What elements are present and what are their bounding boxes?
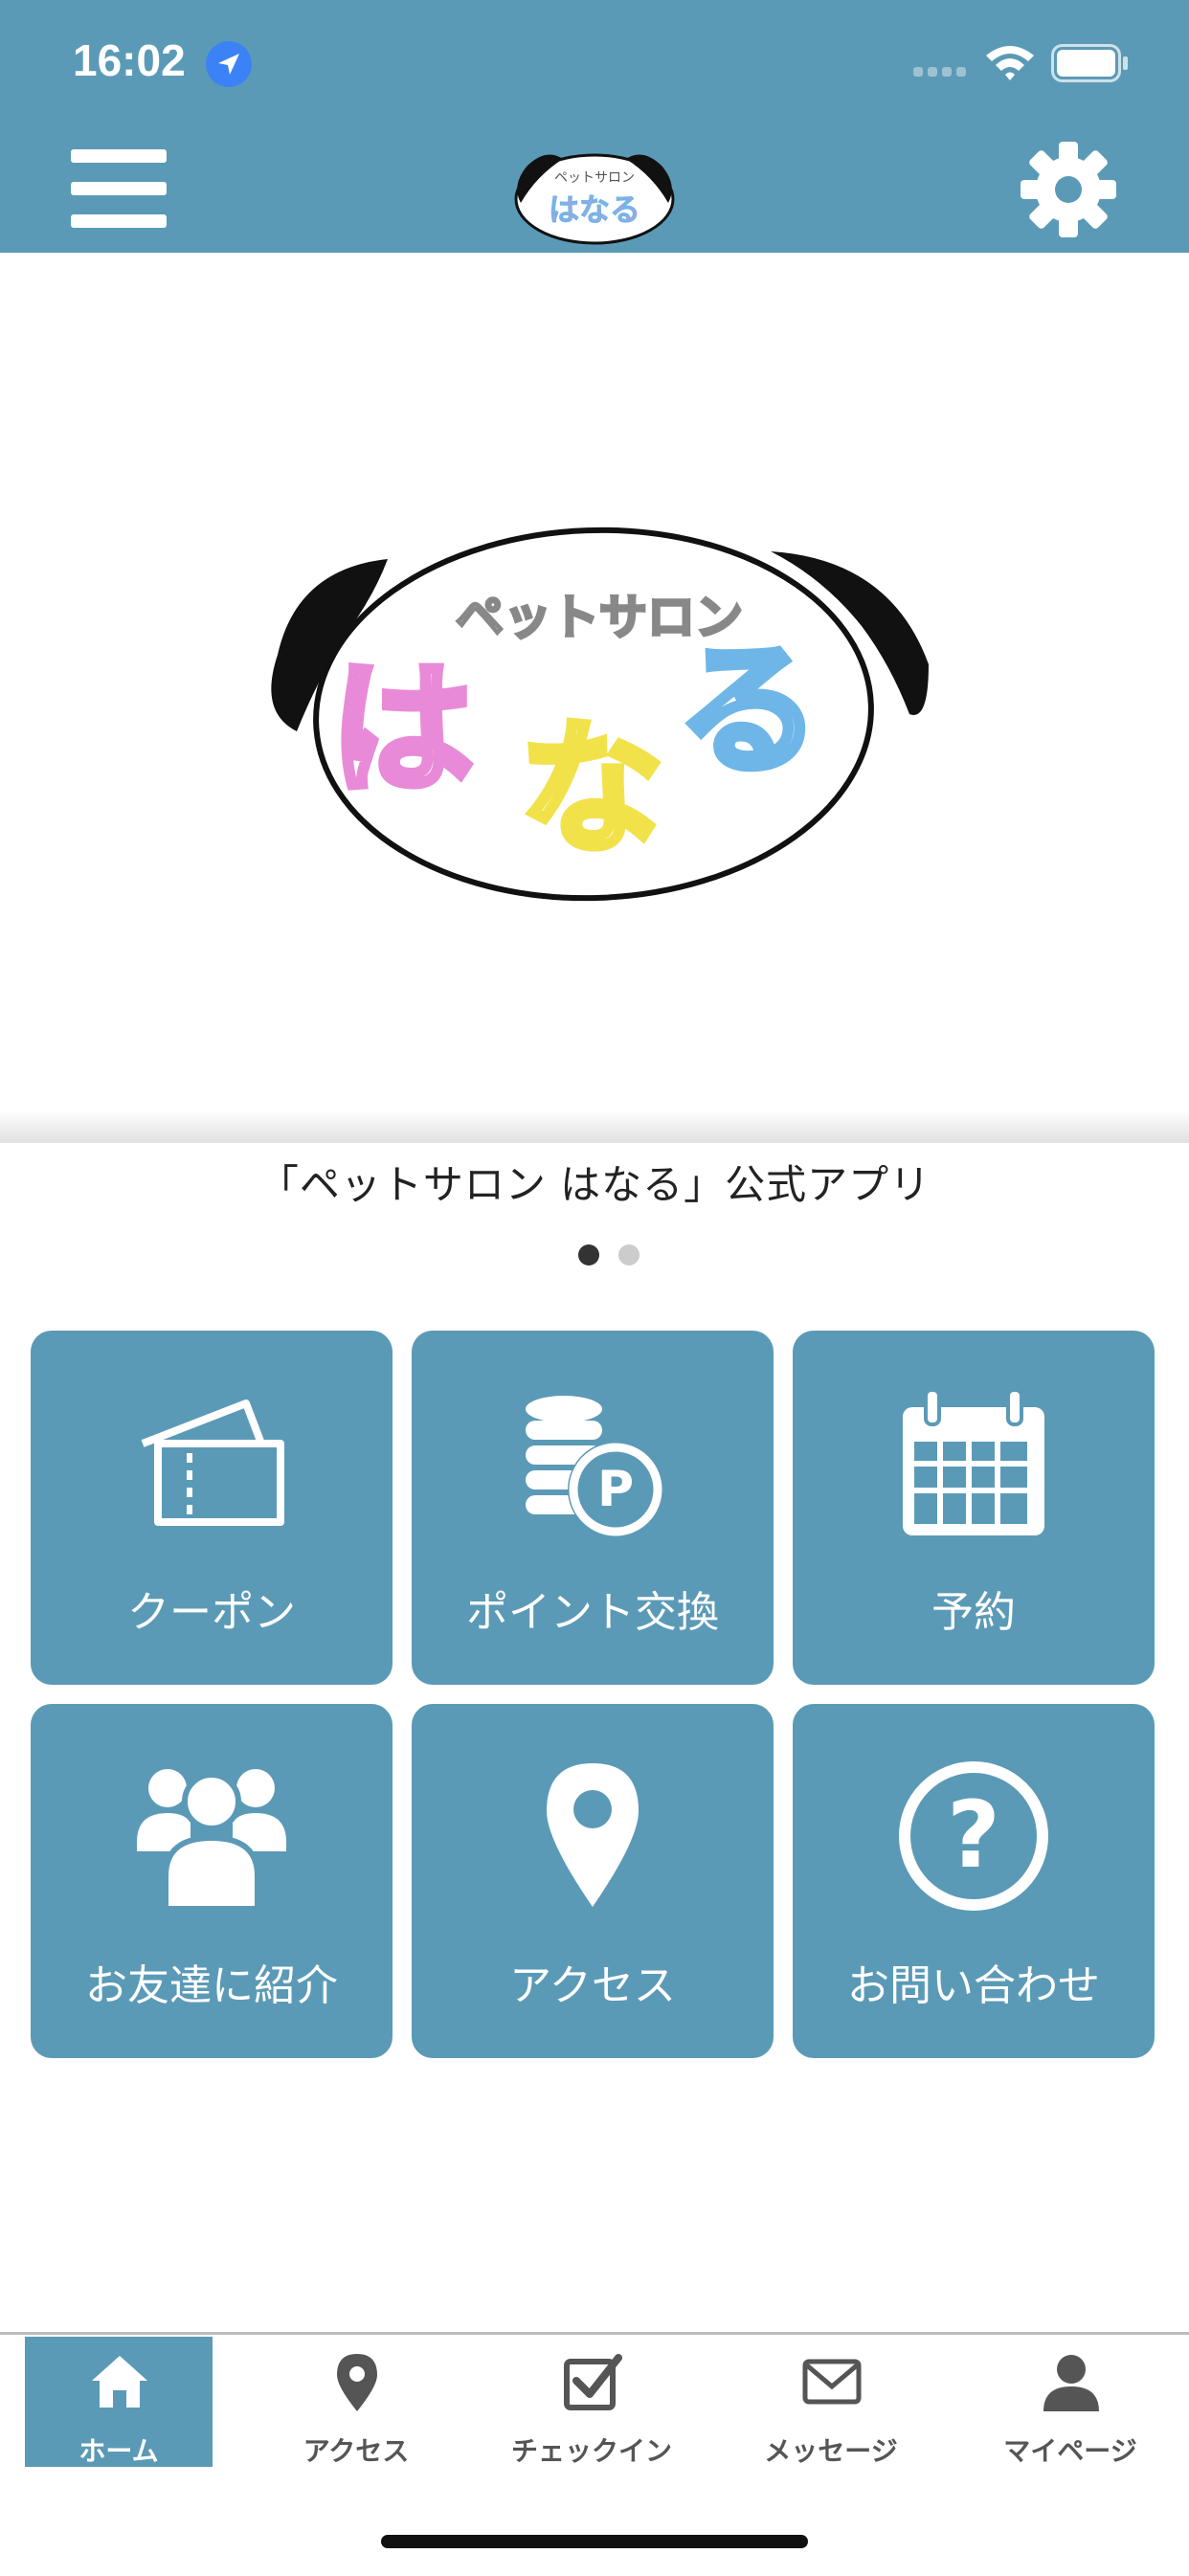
location-arrow-icon bbox=[206, 41, 252, 87]
status-bar: 16:02 bbox=[0, 0, 1189, 126]
calendar-icon bbox=[903, 1388, 1044, 1535]
access-tile[interactable]: アクセス bbox=[412, 1704, 774, 2058]
checkin-icon bbox=[564, 2354, 622, 2410]
contact-label: お問い合わせ bbox=[847, 1961, 1100, 2010]
contact-tile[interactable]: ? お問い合わせ bbox=[793, 1704, 1155, 2058]
hero-logo-na-text: な bbox=[520, 706, 663, 873]
hero-logo-ha-text: は bbox=[330, 647, 474, 814]
tab-home[interactable]: ホーム bbox=[25, 2337, 213, 2467]
reservation-label: 予約 bbox=[931, 1588, 1016, 1637]
battery-icon bbox=[1051, 44, 1128, 82]
point-exchange-tile[interactable]: P ポイント交換 bbox=[412, 1331, 774, 1685]
app-header: ペットサロン はなる bbox=[0, 126, 1189, 253]
home-icon bbox=[92, 2356, 147, 2408]
tab-access[interactable]: アクセス bbox=[262, 2337, 450, 2467]
hamburger-menu-icon[interactable] bbox=[71, 146, 170, 232]
gear-icon[interactable] bbox=[1017, 138, 1120, 241]
point-exchange-label: ポイント交換 bbox=[466, 1588, 719, 1637]
pager-dot-active[interactable] bbox=[578, 1244, 599, 1266]
cellular-signal-icon bbox=[913, 67, 966, 77]
user-icon bbox=[1043, 2355, 1099, 2411]
header-logo-main-text: はなる bbox=[549, 191, 640, 228]
hero-caption: 「ペットサロン はなる」公式アプリ bbox=[258, 1161, 931, 1208]
svg-text:?: ? bbox=[947, 1781, 1000, 1889]
tab-checkin-label: チェックイン bbox=[510, 2435, 672, 2467]
hero-logo: ペットサロン は な る bbox=[271, 526, 929, 902]
tab-checkin[interactable]: チェックイン bbox=[498, 2337, 685, 2467]
tab-mypage[interactable]: マイページ bbox=[976, 2337, 1164, 2467]
wifi-icon bbox=[986, 46, 1034, 80]
pager-dot[interactable] bbox=[618, 1244, 639, 1266]
users-icon bbox=[137, 1769, 286, 1912]
home-indicator bbox=[381, 2535, 808, 2548]
tab-message[interactable]: メッセージ bbox=[737, 2337, 925, 2467]
refer-friend-label: お友達に紹介 bbox=[85, 1961, 338, 2010]
map-pin-icon bbox=[337, 2354, 377, 2411]
tab-message-label: メッセージ bbox=[764, 2435, 898, 2467]
coupon-tile[interactable]: クーポン bbox=[31, 1331, 393, 1685]
hero-bottom-shadow bbox=[0, 1110, 1189, 1143]
coupon-label: クーポン bbox=[127, 1588, 296, 1637]
envelope-icon bbox=[802, 2359, 862, 2405]
question-circle-icon: ? bbox=[899, 1761, 1048, 1911]
refer-friend-tile[interactable]: お友達に紹介 bbox=[31, 1704, 393, 2058]
status-time: 16:02 bbox=[73, 35, 186, 85]
svg-text:P: P bbox=[597, 1461, 634, 1518]
coins-point-icon: P bbox=[526, 1396, 663, 1537]
map-pin-icon bbox=[547, 1763, 639, 1907]
hero-banner[interactable]: ペットサロン は な る bbox=[0, 253, 1189, 1141]
reservation-tile[interactable]: 予約 bbox=[793, 1331, 1155, 1685]
access-label: アクセス bbox=[509, 1961, 676, 2010]
hero-logo-ru-text: る bbox=[677, 628, 820, 795]
header-logo: ペットサロン はなる bbox=[514, 153, 675, 245]
header-logo-top-text: ペットサロン bbox=[554, 170, 635, 186]
tab-home-label: ホーム bbox=[79, 2435, 159, 2467]
slide-pager bbox=[0, 1244, 1189, 1267]
ticket-icon bbox=[141, 1400, 284, 1526]
tab-mypage-label: マイページ bbox=[1003, 2435, 1137, 2467]
tab-access-label: アクセス bbox=[303, 2435, 410, 2467]
